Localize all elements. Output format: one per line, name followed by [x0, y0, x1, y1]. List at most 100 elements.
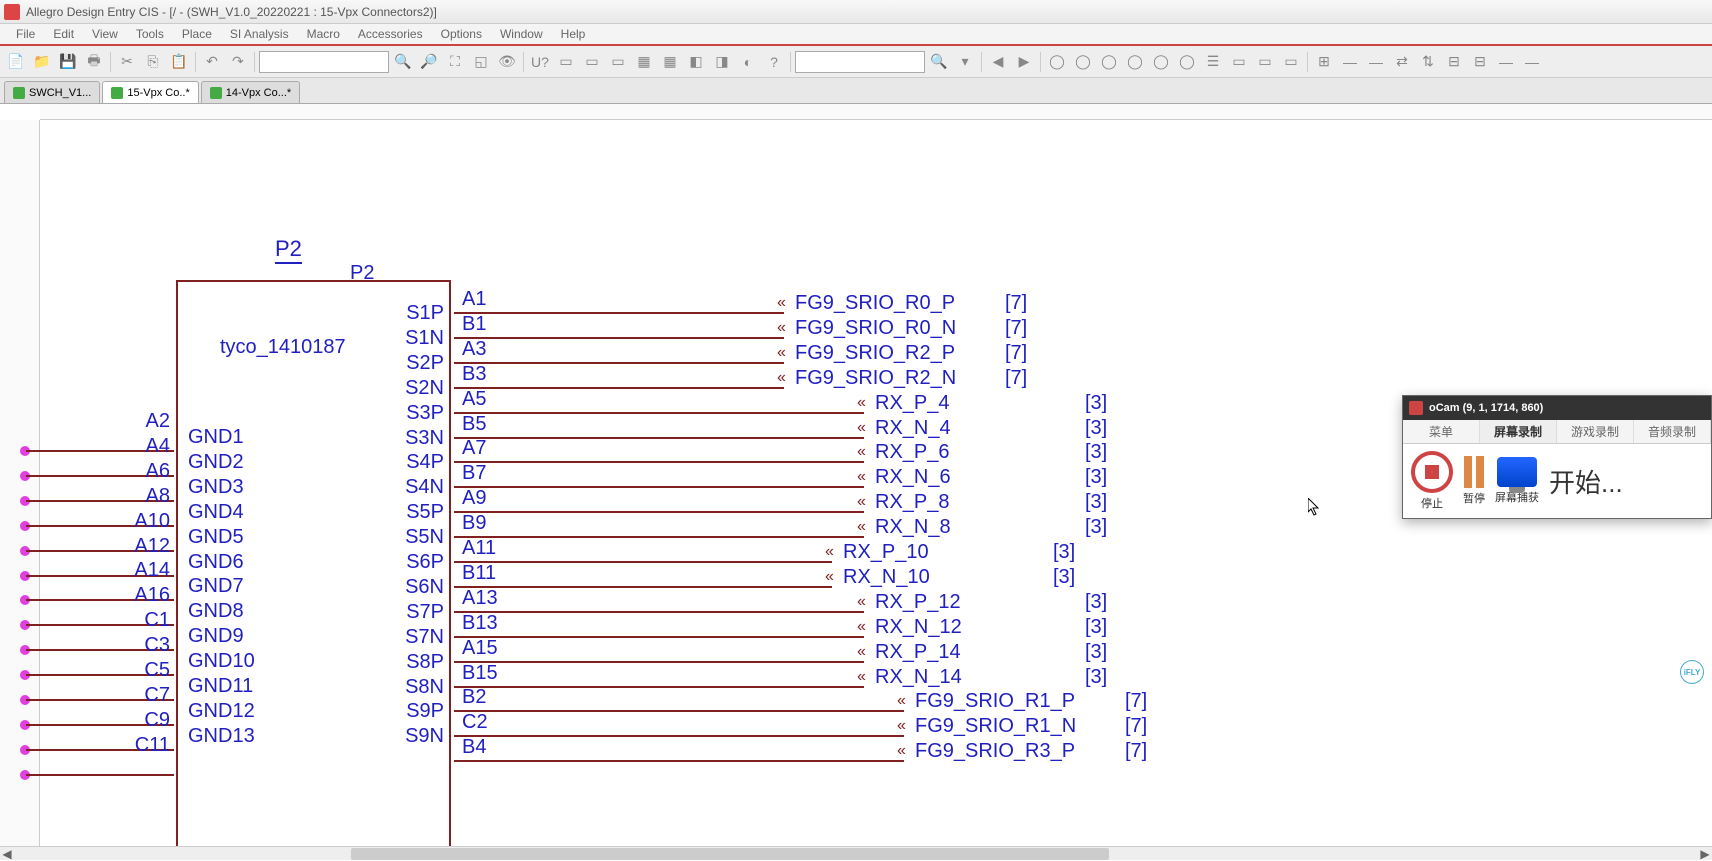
- p8-icon[interactable]: ▭: [1227, 50, 1251, 74]
- ocam-titlebar[interactable]: oCam (9, 1, 1714, 860): [1403, 396, 1711, 420]
- a4-icon[interactable]: ⇄: [1390, 50, 1414, 74]
- menu-window[interactable]: Window: [492, 25, 551, 43]
- ocam-tab-3[interactable]: 音频录制: [1634, 420, 1711, 443]
- p2-icon[interactable]: ◯: [1071, 50, 1095, 74]
- off-page-icon: «: [897, 742, 903, 760]
- scroll-track[interactable]: [14, 848, 1698, 860]
- copy-icon[interactable]: ⎘: [141, 50, 165, 74]
- off-page-icon: «: [857, 419, 863, 437]
- paste-icon[interactable]: 📋: [167, 50, 191, 74]
- zoom-in-icon[interactable]: 🔍: [391, 50, 415, 74]
- a1-icon[interactable]: ⊞: [1312, 50, 1336, 74]
- off-page-icon: «: [777, 344, 783, 362]
- menu-edit[interactable]: Edit: [45, 25, 82, 43]
- help-icon[interactable]: ?: [762, 50, 786, 74]
- horizontal-scrollbar[interactable]: ◀ ▶: [0, 846, 1712, 860]
- t1-icon[interactable]: ▭: [554, 50, 578, 74]
- p6-icon[interactable]: ◯: [1175, 50, 1199, 74]
- ocam-start-button[interactable]: 开始...: [1549, 463, 1623, 500]
- ocam-tab-1[interactable]: 屏幕录制: [1480, 420, 1557, 443]
- p4-icon[interactable]: ◯: [1123, 50, 1147, 74]
- prev-icon[interactable]: ◀: [986, 50, 1010, 74]
- t5-icon[interactable]: ▦: [658, 50, 682, 74]
- menu-tools[interactable]: Tools: [128, 25, 172, 43]
- scroll-right-icon[interactable]: ▶: [1698, 847, 1712, 861]
- ocam-pause-button[interactable]: 暂停: [1463, 456, 1485, 506]
- menu-view[interactable]: View: [84, 25, 126, 43]
- t6-icon[interactable]: ◧: [684, 50, 708, 74]
- find-icon[interactable]: 🔍: [927, 50, 951, 74]
- pin-inner-GND11: GND11: [188, 675, 253, 698]
- view-icon[interactable]: 👁: [495, 50, 519, 74]
- t3-icon[interactable]: ▭: [606, 50, 630, 74]
- t8-icon[interactable]: ◐: [736, 50, 760, 74]
- ocam-tabs: 菜单屏幕录制游戏录制音频录制: [1403, 420, 1711, 444]
- pause-icon: [1464, 456, 1484, 488]
- pin-inner-GND12: GND12: [188, 700, 255, 723]
- a3-icon[interactable]: ―: [1364, 50, 1388, 74]
- zoom-fit-icon[interactable]: ⛶: [443, 50, 467, 74]
- menu-si-analysis[interactable]: SI Analysis: [222, 25, 297, 43]
- u1-icon[interactable]: U?: [528, 50, 552, 74]
- a5-icon[interactable]: ⇅: [1416, 50, 1440, 74]
- cut-icon[interactable]: ✂: [115, 50, 139, 74]
- p5-icon[interactable]: ◯: [1149, 50, 1173, 74]
- t7-icon[interactable]: ◨: [710, 50, 734, 74]
- zoom-area-icon[interactable]: ◱: [469, 50, 493, 74]
- menu-help[interactable]: Help: [553, 25, 594, 43]
- pin-inner-S5P: S5P: [384, 501, 444, 524]
- p10-icon[interactable]: ▭: [1279, 50, 1303, 74]
- t4-icon[interactable]: ▦: [632, 50, 656, 74]
- a6-icon[interactable]: ⊟: [1442, 50, 1466, 74]
- a9-icon[interactable]: ―: [1520, 50, 1544, 74]
- ocam-capture-button[interactable]: 屏幕捕获: [1495, 457, 1539, 505]
- a2-icon[interactable]: ―: [1338, 50, 1362, 74]
- ocam-tab-2[interactable]: 游戏录制: [1557, 420, 1634, 443]
- tab-14-vpx-co----[interactable]: 14-Vpx Co...*: [201, 81, 300, 103]
- open-icon[interactable]: 📁: [30, 50, 54, 74]
- undo-icon[interactable]: ↶: [200, 50, 224, 74]
- find-input[interactable]: [795, 51, 925, 73]
- pin-inner-GND2: GND2: [188, 451, 244, 474]
- new-icon[interactable]: 📄: [4, 50, 28, 74]
- pin-inner-GND3: GND3: [188, 476, 244, 499]
- net-page: [3]: [1085, 417, 1107, 440]
- wire: [454, 437, 864, 439]
- pin-inner-S8N: S8N: [384, 676, 444, 699]
- p1-icon[interactable]: ◯: [1045, 50, 1069, 74]
- save-icon[interactable]: 💾: [56, 50, 80, 74]
- scroll-thumb[interactable]: [351, 848, 1109, 860]
- dropdown-icon[interactable]: ▾: [953, 50, 977, 74]
- menu-macro[interactable]: Macro: [299, 25, 348, 43]
- menu-file[interactable]: File: [8, 25, 43, 43]
- t2-icon[interactable]: ▭: [580, 50, 604, 74]
- ocam-window[interactable]: oCam (9, 1, 1714, 860) 菜单屏幕录制游戏录制音频录制 停止…: [1402, 395, 1712, 519]
- menu-place[interactable]: Place: [174, 25, 220, 43]
- ocam-stop-button[interactable]: 停止: [1411, 451, 1453, 511]
- menu-accessories[interactable]: Accessories: [350, 25, 431, 43]
- pin-inner-S8P: S8P: [384, 651, 444, 674]
- off-page-icon: «: [857, 394, 863, 412]
- p3-icon[interactable]: ◯: [1097, 50, 1121, 74]
- scroll-left-icon[interactable]: ◀: [0, 847, 14, 861]
- floating-assist-icon[interactable]: iFLY: [1680, 660, 1704, 684]
- toolbar: 📄 📁 💾 🖶 ✂ ⎘ 📋 ↶ ↷ 🔍 🔎 ⛶ ◱ 👁 U? ▭ ▭ ▭ ▦ ▦…: [0, 46, 1712, 78]
- p9-icon[interactable]: ▭: [1253, 50, 1277, 74]
- p7-icon[interactable]: ☰: [1201, 50, 1225, 74]
- a7-icon[interactable]: ⊟: [1468, 50, 1492, 74]
- next-icon[interactable]: ▶: [1012, 50, 1036, 74]
- net-page: [3]: [1085, 491, 1107, 514]
- pin-inner-S9P: S9P: [384, 700, 444, 723]
- ocam-tab-0[interactable]: 菜单: [1403, 420, 1480, 443]
- part-search-input[interactable]: [259, 51, 389, 73]
- print-icon[interactable]: 🖶: [82, 50, 106, 74]
- redo-icon[interactable]: ↷: [226, 50, 250, 74]
- pin-inner-S4N: S4N: [384, 476, 444, 499]
- tab-15-vpx-co---[interactable]: 15-Vpx Co..*: [102, 81, 198, 103]
- zoom-out-icon[interactable]: 🔎: [417, 50, 441, 74]
- pin-A11: A11: [462, 537, 496, 560]
- net-FG9_SRIO_R0_N: FG9_SRIO_R0_N: [795, 317, 956, 340]
- menu-options[interactable]: Options: [433, 25, 490, 43]
- tab-swch-v1---[interactable]: SWCH_V1...: [4, 81, 100, 103]
- a8-icon[interactable]: ―: [1494, 50, 1518, 74]
